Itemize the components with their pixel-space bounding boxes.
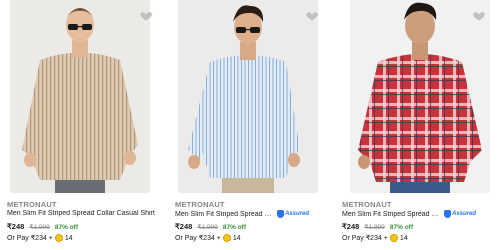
product-discount: 87% off [54, 224, 79, 231]
product-card[interactable]: METRONAUT Men Slim Fit Striped Spread Co… [5, 0, 155, 250]
pay-prefix: Or Pay ₹234 + [175, 235, 221, 242]
assured-shield-icon [277, 210, 284, 218]
supercoin-pay-row: Or Pay ₹234 + 14 [342, 234, 408, 243]
product-brand: METRONAUT [7, 200, 57, 209]
coin-count: 14 [399, 235, 408, 242]
product-brand: METRONAUT [342, 200, 392, 209]
product-title-text: Men Slim Fit Striped Spread Collar Casua… [7, 210, 155, 217]
product-mrp: ₹1,999 [197, 224, 218, 231]
product-grid: METRONAUT Men Slim Fit Striped Spread Co… [0, 0, 500, 250]
wishlist-heart-icon[interactable] [472, 9, 486, 23]
product-image[interactable] [10, 0, 150, 193]
assured-shield-icon [444, 210, 451, 218]
supercoin-pay-row: Or Pay ₹234 + 14 [175, 234, 241, 243]
coin-count: 14 [232, 235, 241, 242]
product-brand: METRONAUT [175, 200, 225, 209]
pay-prefix: Or Pay ₹234 + [7, 235, 53, 242]
pay-prefix: Or Pay ₹234 + [342, 235, 388, 242]
product-image[interactable] [178, 0, 318, 193]
product-title-text: Men Slim Fit Striped Spread Coll... [342, 210, 442, 218]
product-image[interactable] [350, 0, 490, 193]
product-title[interactable]: Men Slim Fit Striped Spread Coll... Assur… [175, 210, 325, 218]
product-card[interactable]: METRONAUT Men Slim Fit Striped Spread Co… [173, 0, 323, 250]
product-title[interactable]: Men Slim Fit Striped Spread Collar Casua… [7, 210, 157, 217]
supercoin-icon [222, 234, 231, 243]
product-discount: 87% off [389, 224, 414, 231]
supercoin-pay-row: Or Pay ₹234 + 14 [7, 234, 73, 243]
supercoin-icon [54, 234, 63, 243]
wishlist-heart-icon[interactable] [305, 9, 319, 23]
product-mrp: ₹1,999 [364, 224, 385, 231]
price-row: ₹248 ₹1,999 87% off [342, 222, 413, 231]
wishlist-heart-icon[interactable] [139, 9, 153, 23]
product-discount: 87% off [222, 224, 247, 231]
product-price: ₹248 [342, 222, 360, 231]
product-mrp: ₹1,999 [29, 224, 50, 231]
price-row: ₹248 ₹1,999 87% off [7, 222, 78, 231]
price-row: ₹248 ₹1,999 87% off [175, 222, 246, 231]
assured-badge: Assured [277, 210, 309, 218]
product-title-text: Men Slim Fit Striped Spread Coll... [175, 210, 275, 218]
product-price: ₹248 [7, 222, 25, 231]
product-title[interactable]: Men Slim Fit Striped Spread Coll... Assur… [342, 210, 492, 218]
product-card[interactable]: METRONAUT Men Slim Fit Striped Spread Co… [340, 0, 490, 250]
coin-count: 14 [64, 235, 73, 242]
supercoin-icon [389, 234, 398, 243]
assured-badge: Assured [444, 210, 476, 218]
product-price: ₹248 [175, 222, 193, 231]
